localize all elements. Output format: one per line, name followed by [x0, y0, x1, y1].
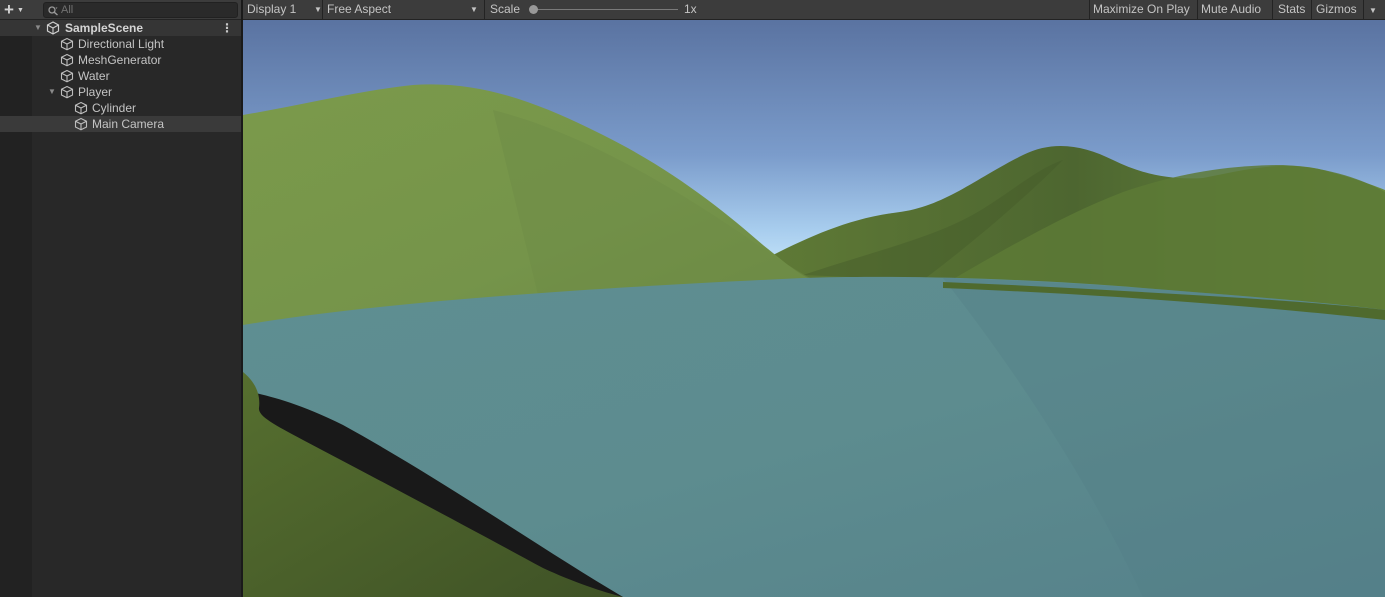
search-input[interactable]	[61, 3, 231, 17]
scene-row[interactable]: ▼ SampleScene ⋮	[0, 20, 241, 36]
plus-icon: +	[4, 0, 14, 19]
hierarchy-item-player[interactable]: ▼ Player	[0, 84, 241, 100]
toolbar-divider	[1272, 0, 1273, 19]
gizmos-toggle[interactable]: Gizmos	[1316, 0, 1357, 19]
toolbar-divider	[1197, 0, 1198, 19]
hierarchy-toolbar: + ▼	[0, 0, 241, 20]
chevron-down-icon: ▼	[314, 5, 322, 14]
hierarchy-item-water[interactable]: Water	[0, 68, 241, 84]
hierarchy-item-directional-light[interactable]: Directional Light	[0, 36, 241, 52]
chevron-down-icon: ▼	[1369, 6, 1377, 15]
scale-value: 1x	[684, 2, 697, 16]
search-icon	[48, 5, 59, 19]
rendered-scene	[243, 20, 1385, 597]
gizmos-dropdown[interactable]: ▼	[1369, 0, 1377, 19]
hierarchy-panel: + ▼ ▼ SampleScene ⋮	[0, 0, 243, 597]
toolbar-divider	[1363, 0, 1364, 19]
hierarchy-item-label: Cylinder	[92, 101, 137, 115]
toolbar-divider	[484, 0, 485, 19]
cube-icon	[74, 117, 88, 135]
game-view-toolbar: Display 1 ▼ Free Aspect ▼ Scale 1x Maxim…	[243, 0, 1385, 20]
expand-arrow-icon[interactable]: ▼	[33, 20, 43, 36]
hierarchy-item-label: Player	[78, 85, 113, 99]
toolbar-divider	[322, 0, 323, 19]
hierarchy-item-label: Water	[78, 69, 110, 83]
hierarchy-item-meshgenerator[interactable]: MeshGenerator	[0, 52, 241, 68]
aspect-dropdown[interactable]: Free Aspect ▼	[327, 0, 482, 19]
scene-name: SampleScene	[65, 21, 144, 35]
scale-label: Scale	[490, 2, 521, 16]
hierarchy-item-label: Directional Light	[78, 37, 165, 51]
hierarchy-item-cylinder[interactable]: Cylinder	[0, 100, 241, 116]
game-viewport[interactable]	[243, 20, 1385, 597]
add-object-button[interactable]: + ▼	[4, 1, 34, 18]
display-label: Display 1	[247, 2, 297, 16]
toolbar-divider	[1089, 0, 1090, 19]
hierarchy-item-label: Main Camera	[92, 117, 165, 131]
scene-menu-icon[interactable]: ⋮	[221, 20, 233, 36]
hierarchy-item-main-camera[interactable]: Main Camera	[0, 116, 241, 132]
stats-toggle[interactable]: Stats	[1278, 0, 1305, 19]
hierarchy-item-label: MeshGenerator	[78, 53, 162, 67]
aspect-label: Free Aspect	[327, 2, 392, 16]
scale-slider-track[interactable]	[533, 9, 678, 10]
chevron-down-icon: ▼	[16, 6, 24, 14]
expand-arrow-icon[interactable]: ▼	[47, 84, 57, 100]
display-dropdown[interactable]: Display 1 ▼	[247, 0, 323, 19]
chevron-down-icon: ▼	[470, 5, 478, 14]
scale-slider-thumb[interactable]	[529, 5, 538, 14]
maximize-on-play-toggle[interactable]: Maximize On Play	[1093, 0, 1190, 19]
mute-audio-toggle[interactable]: Mute Audio	[1201, 0, 1261, 19]
hierarchy-search-field[interactable]	[43, 2, 238, 18]
toolbar-divider	[1311, 0, 1312, 19]
